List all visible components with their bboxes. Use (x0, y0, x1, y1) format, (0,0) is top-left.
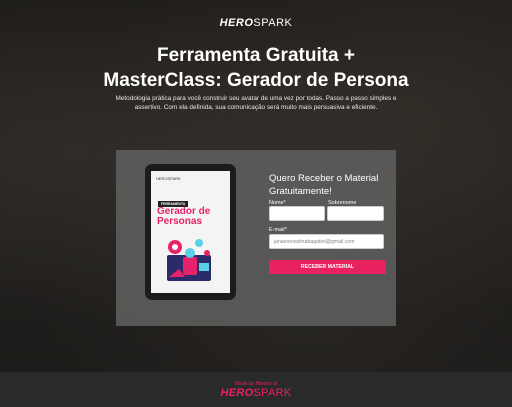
ebook-brand: HEROSPARK (156, 176, 181, 181)
ebook-tablet-image: HEROSPARK FERRAMENTA Gerador de Personas (145, 164, 236, 300)
ebook-cover: HEROSPARK FERRAMENTA Gerador de Personas (151, 171, 230, 293)
logo-bold-text: HERO (219, 17, 254, 29)
logo-regular-text: SPARK (253, 17, 293, 29)
form-title: Quero Receber o Material Gratuitamente! (269, 173, 379, 197)
email-field[interactable]: janaineoristinabagatini@gmail.com (269, 234, 384, 249)
receive-material-button[interactable]: RECEBER MATERIAL (269, 260, 386, 274)
footer-herospark-logo[interactable]: HEROSPARK (0, 387, 512, 399)
footer-logo-regular: SPARK (253, 387, 292, 399)
page-description: Metodologia prática para você construir … (115, 95, 397, 111)
ebook-illustration-icon (167, 239, 211, 281)
headline-line-2: MasterClass: Gerador de Persona (103, 70, 409, 91)
surname-field[interactable] (327, 206, 384, 221)
ebook-title: Gerador de Personas (157, 206, 211, 227)
headline-line-1: Ferramenta Gratuita + (157, 45, 355, 66)
footer-logo-bold: HERO (220, 387, 254, 399)
herospark-logo[interactable]: HEROSPARK (0, 17, 512, 29)
email-label: E-mail* (269, 227, 287, 233)
name-field[interactable] (269, 206, 325, 221)
page-headline: Ferramenta Gratuita + MasterClass: Gerad… (40, 43, 472, 93)
